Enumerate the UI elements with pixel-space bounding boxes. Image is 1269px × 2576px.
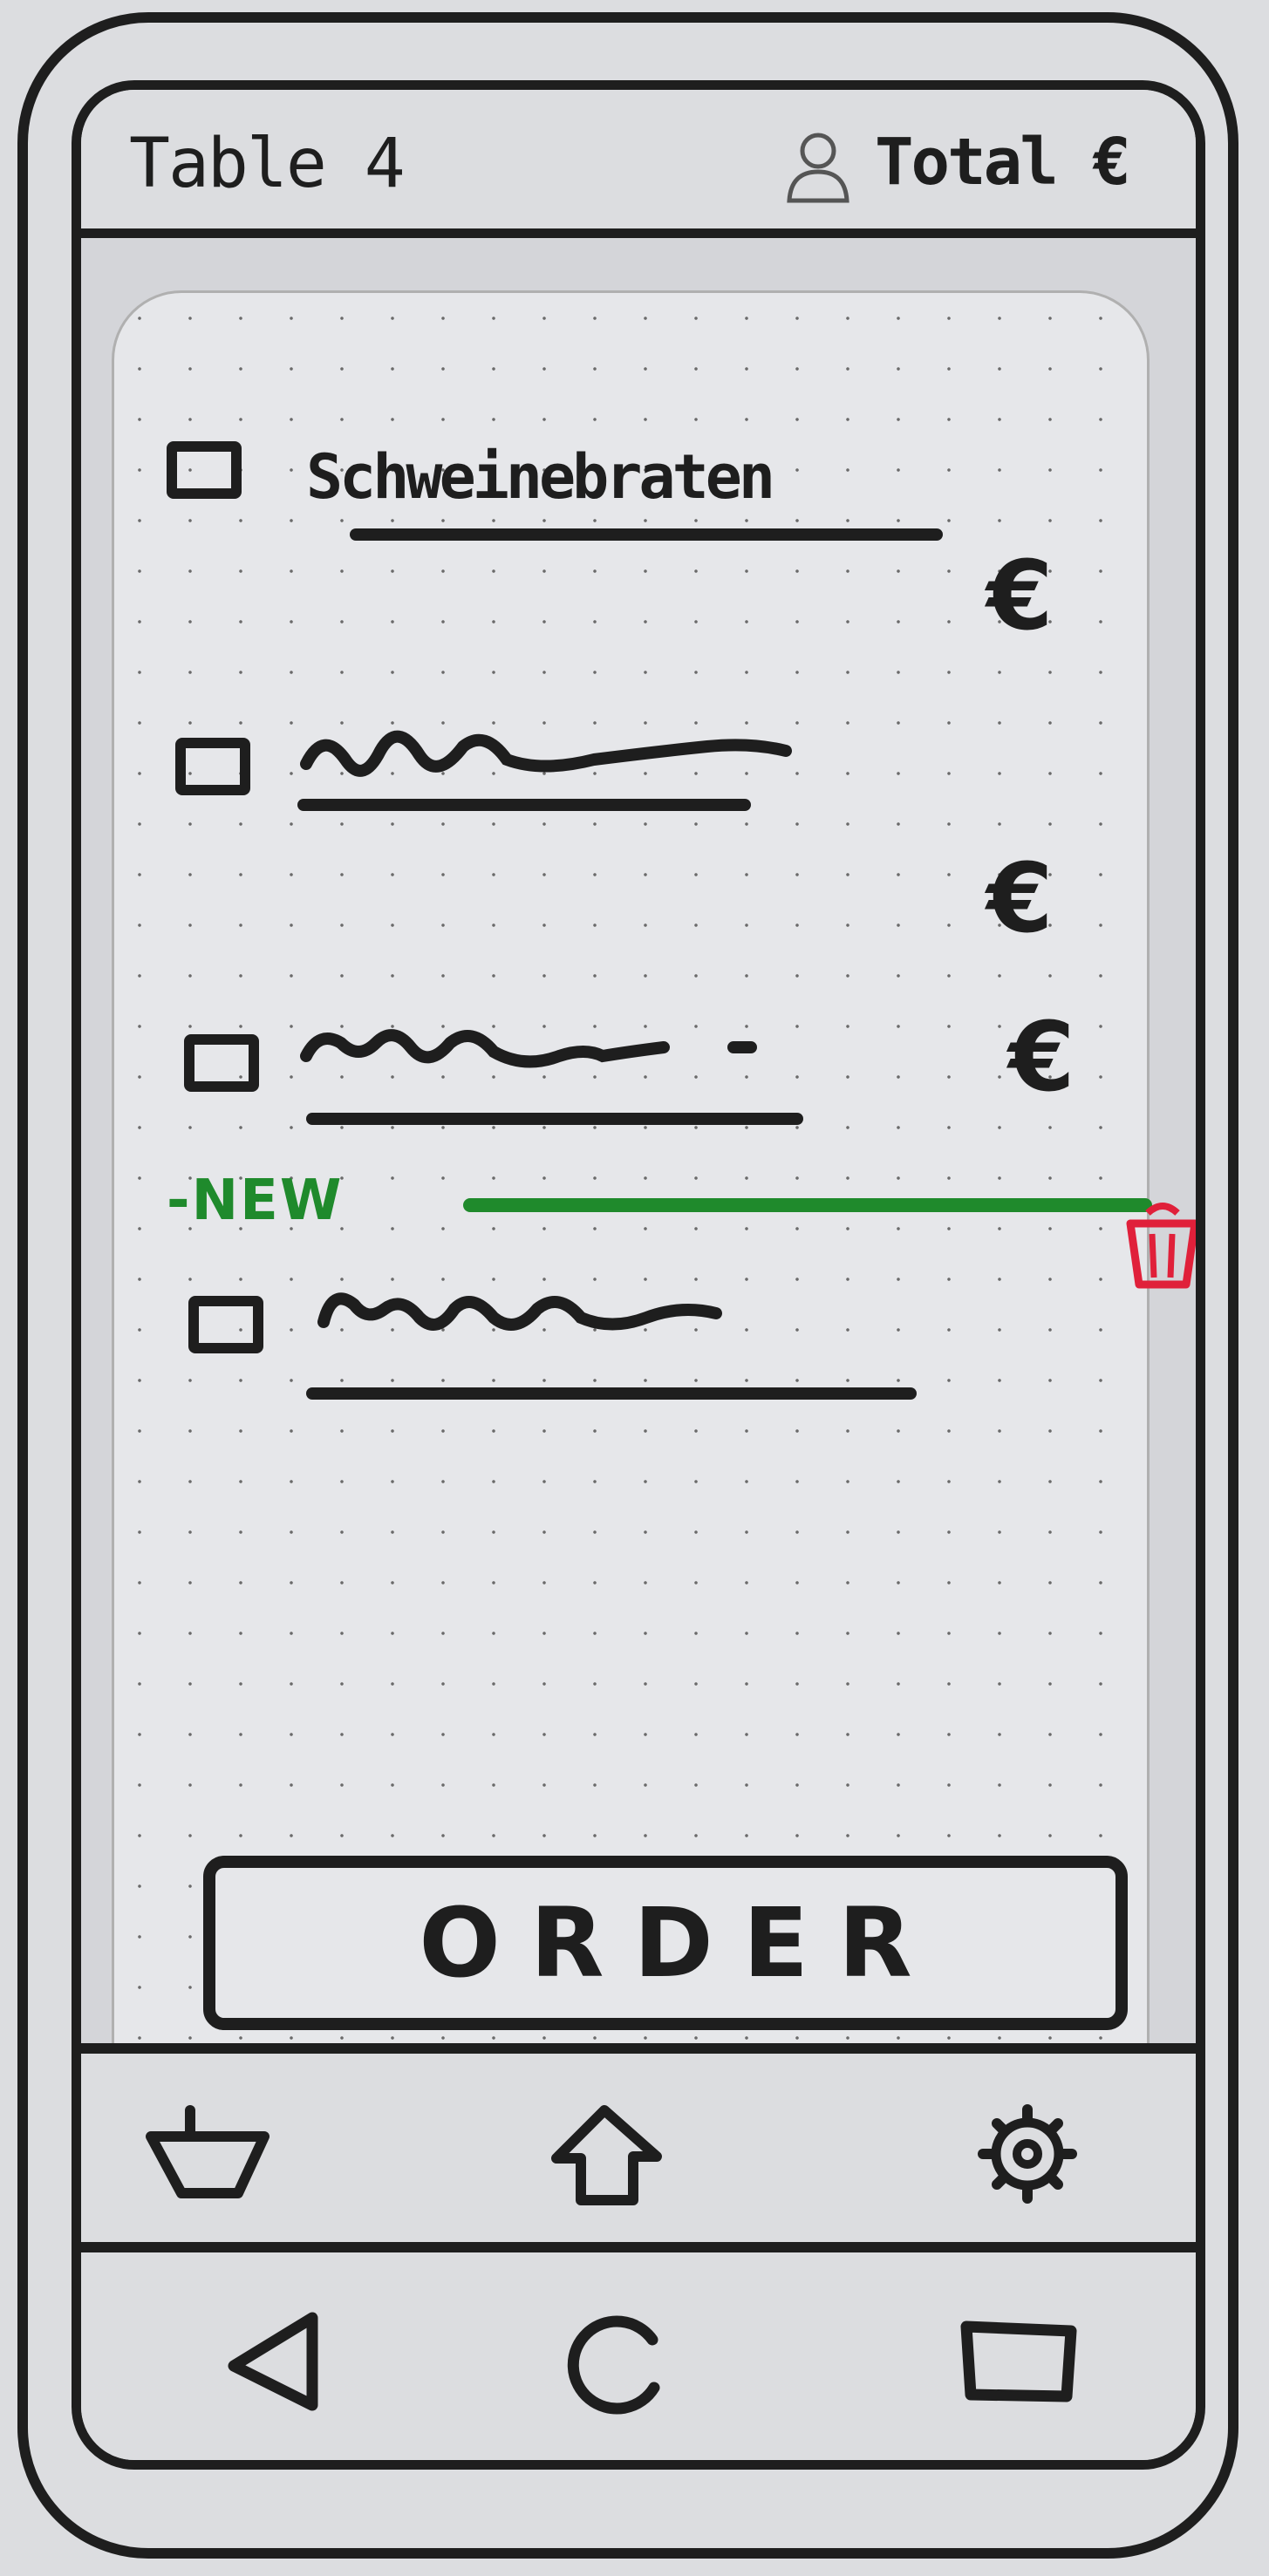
table-title: Table 4 [129,125,406,203]
trash-icon[interactable] [1123,1197,1202,1293]
item-name-scribble [300,1029,757,1068]
name-underline [350,528,943,541]
total-label: Total € [875,125,1131,200]
new-section-line [463,1198,1152,1212]
new-section-label: -NEW [167,1169,344,1233]
item-name-scribble [317,1292,722,1331]
order-item: Schweinebraten [114,441,1074,633]
name-underline [297,799,751,811]
bottom-navigation [81,2043,1196,2252]
item-price: € [986,842,1054,954]
order-button-label: ORDER [419,1887,942,1999]
new-section-divider: -NEW [167,1169,1170,1235]
item-name-scribble [300,730,792,777]
sketch-paper: Table 4 Total € Schweinebraten € € € -NE… [0,0,1269,2576]
name-underline [306,1387,917,1400]
recents-icon[interactable] [953,2300,1084,2423]
gear-icon[interactable] [962,2097,1093,2211]
item-checkbox[interactable] [167,441,242,499]
item-checkbox[interactable] [184,1034,259,1092]
new-order-item [114,1292,1074,1488]
home-circle-icon[interactable] [556,2300,687,2423]
name-underline [306,1113,803,1125]
order-item [114,730,1074,930]
system-navigation-bar [81,2252,1196,2460]
item-name: Schweinebraten [306,441,775,513]
user-icon[interactable] [779,126,857,205]
basket-icon[interactable] [142,2097,273,2211]
item-checkbox[interactable] [175,738,250,795]
home-icon[interactable] [539,2097,670,2211]
back-icon[interactable] [212,2300,343,2423]
app-screen: Table 4 Total € Schweinebraten € € € -NE… [72,80,1205,2470]
item-price: € [986,540,1054,651]
item-price: € [1008,1001,1075,1113]
order-button[interactable]: ORDER [203,1856,1128,2030]
app-header: Table 4 Total € [81,90,1196,238]
item-checkbox[interactable] [188,1296,263,1353]
